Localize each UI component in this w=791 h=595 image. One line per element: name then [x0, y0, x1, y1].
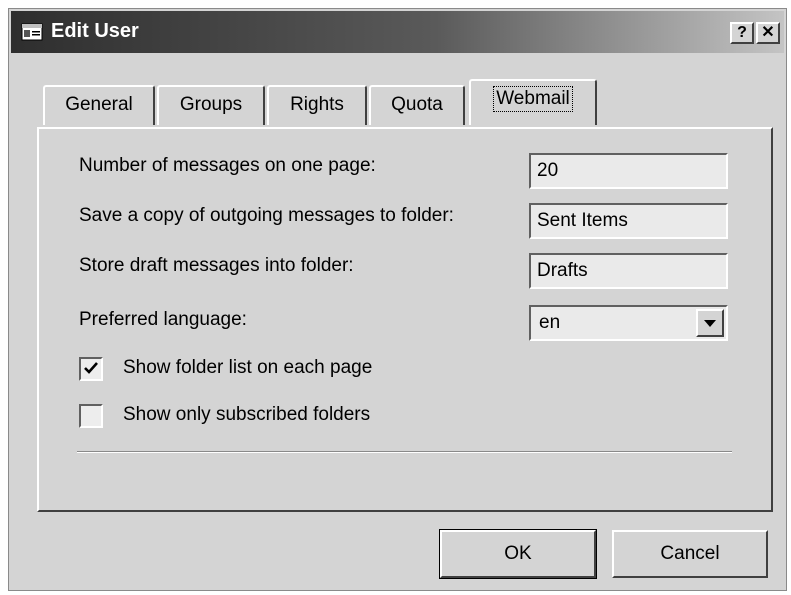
tab-label: Rights: [290, 94, 344, 115]
show-subscribed-label: Show only subscribed folders: [123, 404, 371, 425]
window-title: Edit User: [51, 20, 139, 42]
sent-folder-input[interactable]: Sent Items: [529, 203, 728, 239]
tab-label: General: [65, 94, 133, 115]
language-select-value: en: [539, 312, 561, 333]
separator: [77, 451, 732, 453]
show-folder-list-checkbox[interactable]: [79, 357, 103, 381]
tab-rights[interactable]: Rights: [267, 85, 367, 125]
drafts-folder-input[interactable]: Drafts: [529, 253, 728, 289]
show-folder-list-label: Show folder list on each page: [123, 357, 373, 378]
title-bar[interactable]: Edit User ? ✕: [11, 11, 784, 53]
close-button[interactable]: ✕: [756, 22, 780, 44]
webmail-panel: Number of messages on one page: 20 Save …: [37, 127, 773, 512]
language-select[interactable]: en: [529, 305, 728, 341]
tab-quota[interactable]: Quota: [369, 85, 465, 125]
help-button[interactable]: ?: [730, 22, 754, 44]
tab-groups[interactable]: Groups: [157, 85, 265, 125]
tab-general[interactable]: General: [43, 85, 155, 125]
close-icon: ✕: [761, 24, 775, 41]
language-label: Preferred language:: [79, 309, 247, 330]
check-icon: [84, 362, 98, 374]
tab-webmail[interactable]: Webmail: [469, 79, 597, 125]
cancel-button[interactable]: Cancel: [612, 530, 768, 578]
ok-button[interactable]: OK: [439, 529, 597, 579]
dropdown-arrow-icon[interactable]: [696, 309, 724, 337]
show-subscribed-checkbox[interactable]: [79, 404, 103, 428]
sent-folder-label: Save a copy of outgoing messages to fold…: [79, 205, 454, 226]
messages-per-page-input[interactable]: 20: [529, 153, 728, 189]
tab-label: Webmail: [493, 86, 573, 112]
edit-user-dialog: Edit User ? ✕ General Groups Rights Quot…: [8, 8, 787, 591]
drafts-folder-label: Store draft messages into folder:: [79, 255, 354, 276]
tab-label: Quota: [391, 94, 443, 115]
messages-per-page-label: Number of messages on one page:: [79, 155, 376, 176]
tab-label: Groups: [179, 94, 243, 115]
user-card-icon: [21, 22, 43, 42]
